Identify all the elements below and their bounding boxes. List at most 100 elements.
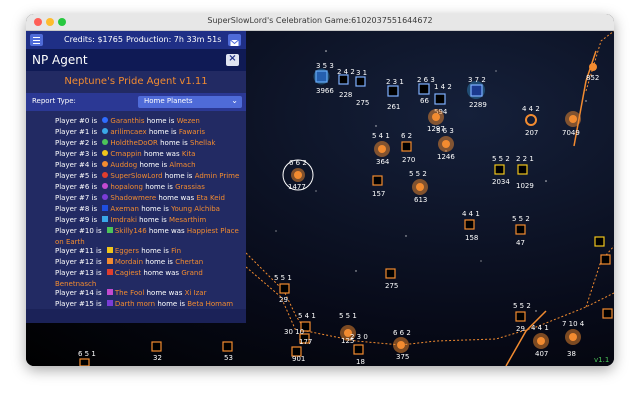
star-yellow-right-edge[interactable] [594,236,613,319]
menu-button[interactable] [30,34,43,46]
star-label-1029-bottom: 1029 [516,182,534,190]
player-prefix: Player #5 is [55,172,98,180]
home-star-link[interactable]: Beta Homam [187,300,233,308]
player-name-link[interactable]: arilimcaex [110,128,146,136]
star-orange-651[interactable]: 6 5 1 [78,350,96,366]
star-orange-275b[interactable]: 275 [385,268,398,290]
home-verb: home is [139,161,168,169]
player-name-link[interactable]: Cmappin [110,150,141,158]
player-color-swatch [102,172,109,178]
star-orange-53[interactable]: 53 [222,341,233,362]
star-label-125-top: 5 5 1 [339,312,357,320]
home-star-link[interactable]: Grassias [175,183,205,191]
home-star-link[interactable]: Admin Prime [195,172,240,180]
star-blue-261[interactable]: 2 3 1 261 [386,78,404,111]
home-star-link[interactable]: Young Alchiba [171,205,220,213]
star-label-207-bottom: 207 [525,129,538,137]
star-orange-7049[interactable]: 7049 [562,111,581,137]
home-star-link[interactable]: Wezen [177,117,200,125]
star-ring-207[interactable]: 4 4 2 207 [522,105,540,137]
home-verb: home was [143,269,180,277]
player-name-link[interactable]: Garanthis [110,117,144,125]
home-star-link[interactable]: Kita [182,150,196,158]
home-verb: home is [141,247,169,255]
home-star-link[interactable]: Chertan [175,258,203,266]
home-star-link[interactable]: Eta Keid [196,194,225,202]
star-blue-2289[interactable]: 3 7 2 2289 [467,76,487,109]
player-prefix: Player #8 is [55,205,98,213]
inbox-button[interactable] [228,34,241,46]
menu-icon-line [33,43,40,44]
player-prefix: Player #7 is [55,194,98,202]
star-label-270-top: 6 2 [401,132,412,140]
player-name-link[interactable]: Shadowmere [110,194,156,202]
home-star-link[interactable]: Almach [169,161,195,169]
list-item: Player #9 is Imdraki home is Mesarthim [55,215,245,226]
player-name-link[interactable]: Axeman [110,205,139,213]
player-name-link[interactable]: Darth morn [115,300,155,308]
home-verb: home is [146,117,175,125]
player-name-link[interactable]: SuperSlowLord [110,172,162,180]
star-orange-38[interactable]: 7 10 4 38 [562,320,585,358]
star-orange-270[interactable]: 6 2 270 [401,132,415,164]
home-star-link[interactable]: Shellak [190,139,215,147]
star-orange-613[interactable]: 5 5 2 613 [409,170,428,204]
star-orange-29[interactable]: 5 5 1 29 [274,274,292,304]
star-orange-407[interactable]: 4 4 1 407 [531,324,549,358]
menu-icon-line [33,40,40,41]
player-name-link[interactable]: hopalong [110,183,143,191]
home-star-link[interactable]: Mesarthim [169,216,206,224]
star-label-1246-top: 5 6 3 [436,127,454,135]
star-orange-1246[interactable]: 5 6 3 1246 [436,127,455,161]
star-label-157: 157 [372,190,385,198]
list-item: Player #5 is SuperSlowLord home is Admin… [55,171,245,182]
player-prefix: Player #3 is [55,150,98,158]
player-color-swatch [106,300,113,306]
star-label-2034-bottom: 2034 [492,178,510,186]
player-name-link[interactable]: Cagiest [115,269,141,277]
star-yellow-2034[interactable]: 5 5 2 2034 [492,155,510,186]
star-label-158-bottom: 158 [465,234,478,242]
star-label-613-top: 5 5 2 [409,170,427,178]
star-orange-18[interactable]: 2 3 0 18 [350,333,368,366]
close-panel-button[interactable]: × [226,53,239,66]
star-blue-275[interactable]: 3 1 275 [355,69,369,107]
star-label-275b: 275 [385,282,398,290]
list-item: Player #13 is Cagiest home was Grand Ben… [55,268,241,288]
star-label-228-top: 2 4 2 [337,68,355,76]
report-type-select[interactable]: Home Planets ⌄ [138,96,242,108]
star-orange-32[interactable]: 32 [151,341,162,362]
home-star-link[interactable]: Fawaris [179,128,205,136]
star-blue-3966[interactable]: 3 5 3 3966 [313,62,335,95]
star-blue-66[interactable]: 2 6 3 66 [417,76,435,105]
star-orange-852[interactable]: 852 [586,63,599,82]
star-blue-228[interactable]: 2 4 2 228 [337,68,355,99]
star-label-29b-top: 5 5 2 [513,302,531,310]
star-orange-901[interactable]: 901 [291,346,305,363]
player-name-link[interactable]: Eggers [115,247,139,255]
player-name-link[interactable]: Skilly146 [115,227,147,235]
star-yellow-1029[interactable]: 2 2 1 1029 [516,155,534,190]
player-prefix: Player #9 is [55,216,98,224]
star-label-594-top: 1 4 2 [434,83,452,91]
player-name-link[interactable]: HoldtheDoOR [110,139,157,147]
home-star-link[interactable]: Xi Izar [185,289,207,297]
star-label-158-top: 4 4 1 [462,210,480,218]
star-orange-364[interactable]: 5 4 1 364 [372,132,390,166]
star-orange-375[interactable]: 6 6 2 375 [393,329,411,361]
star-label-32: 32 [153,354,162,362]
title-bar: SuperSlowLord's Celebration Game:6102037… [26,14,614,31]
player-color-swatch [102,161,109,167]
player-name-link[interactable]: Imdraki [110,216,137,224]
home-verb: home was [148,227,185,235]
star-orange-157[interactable]: 157 [372,175,385,198]
star-selected-1477[interactable]: 6 6 2 1477 [282,159,314,191]
star-label-2289-bottom: 2289 [469,101,487,109]
home-star-link[interactable]: Fin [171,247,181,255]
player-name-link[interactable]: Auddog [110,161,137,169]
player-name-link[interactable]: Mordain [115,258,143,266]
player-name-link[interactable]: The Fool [115,289,145,297]
player-color-swatch [102,194,109,200]
star-orange-47[interactable]: 5 5 2 47 [512,215,530,247]
star-orange-158[interactable]: 4 4 1 158 [462,210,480,242]
